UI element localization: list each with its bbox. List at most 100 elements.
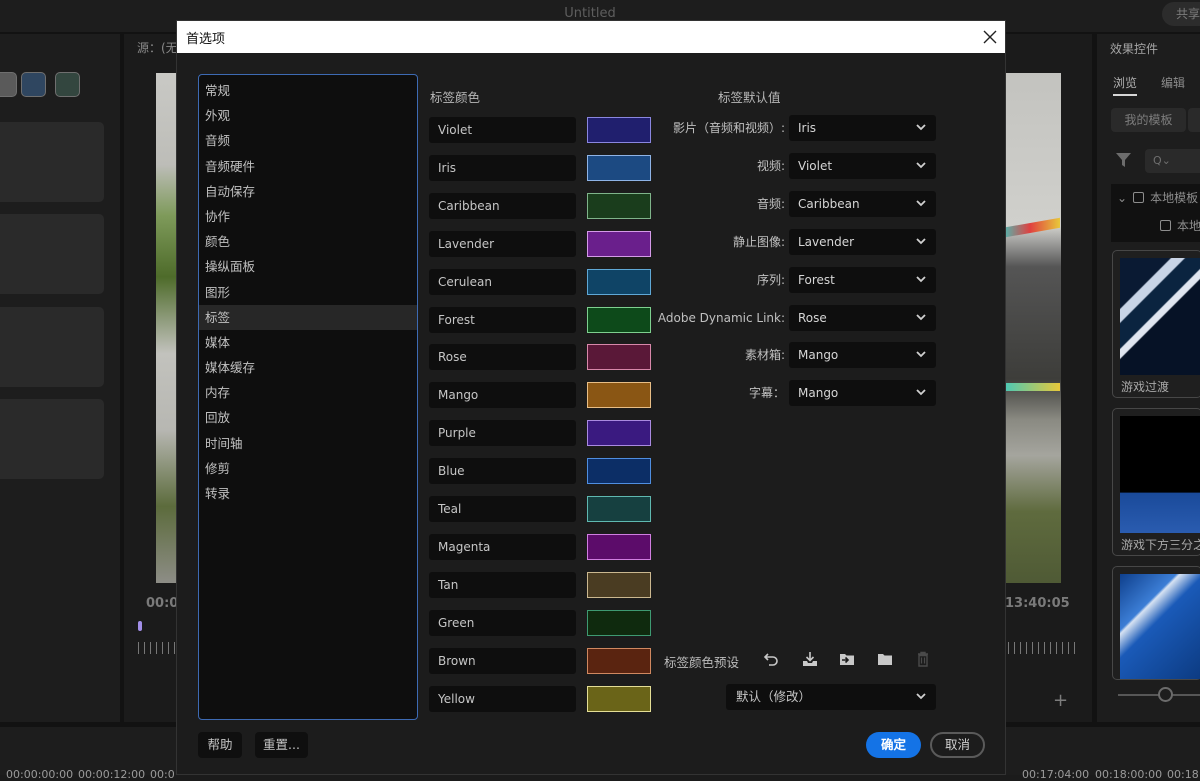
time-ruler[interactable] [1008, 642, 1078, 654]
playhead[interactable] [138, 621, 142, 631]
label-color-swatch[interactable] [587, 533, 651, 560]
download-icon[interactable] [802, 651, 818, 667]
category-item[interactable]: 回放 [199, 405, 417, 430]
label-color-row: Purple [429, 420, 653, 447]
category-item[interactable]: 内存 [199, 380, 417, 405]
templates-tab[interactable] [1188, 108, 1200, 132]
add-button[interactable]: + [1053, 690, 1068, 711]
label-color-name-input[interactable]: Lavender [429, 230, 576, 257]
category-item[interactable]: 音频硬件 [199, 154, 417, 179]
left-card[interactable] [0, 214, 104, 294]
help-button[interactable]: 帮助 [198, 732, 242, 758]
label-color-name-input[interactable]: Blue [429, 458, 576, 485]
label-color-name-input[interactable]: Purple [429, 420, 576, 447]
color-chip[interactable] [0, 72, 17, 97]
dialog-titlebar[interactable]: 首选项 [177, 21, 1005, 53]
category-item[interactable]: 媒体 [199, 330, 417, 355]
label-color-name-input[interactable]: Rose [429, 344, 576, 371]
template-card[interactable]: 游戏过渡 [1112, 250, 1200, 398]
label-color-swatch[interactable] [587, 230, 651, 257]
left-card[interactable] [0, 399, 104, 479]
category-item[interactable]: 自动保存 [199, 179, 417, 204]
label-color-swatch[interactable] [587, 382, 651, 409]
label-color-swatch[interactable] [587, 306, 651, 333]
timecode-in[interactable]: 00:0 [146, 596, 178, 611]
template-card[interactable]: 游戏下方三分之一 [1112, 408, 1200, 556]
label-color-swatch[interactable] [587, 420, 651, 447]
time-ruler[interactable] [138, 642, 176, 654]
folder-icon[interactable] [877, 651, 893, 667]
category-item[interactable]: 修剪 [199, 456, 417, 481]
search-input[interactable]: Q⌄ [1145, 149, 1200, 173]
left-card[interactable] [0, 122, 104, 202]
template-card[interactable] [1112, 566, 1200, 680]
label-color-name-input[interactable]: Magenta [429, 533, 576, 560]
category-item[interactable]: 常规 [199, 78, 417, 103]
label-default-select[interactable]: Caribbean [789, 190, 936, 217]
timecode-out[interactable]: 13:40:05 [1005, 596, 1070, 611]
label-color-name-input[interactable]: Forest [429, 306, 576, 333]
label-color-swatch[interactable] [587, 192, 651, 219]
cancel-button[interactable]: 取消 [930, 732, 985, 758]
label-default-row: 音频: Caribbean [647, 190, 937, 217]
label-color-name-input[interactable]: Tan [429, 571, 576, 598]
category-item[interactable]: 颜色 [199, 229, 417, 254]
category-item[interactable]: 标签 [199, 304, 417, 330]
import-folder-icon[interactable] [839, 651, 855, 667]
checkbox[interactable] [1133, 192, 1145, 203]
label-default-select[interactable]: Rose [789, 304, 936, 331]
label-color-swatch[interactable] [587, 154, 651, 181]
label-default-select[interactable]: Forest [789, 266, 936, 293]
label-color-name-input[interactable]: Yellow [429, 685, 576, 712]
category-item[interactable]: 音频 [199, 128, 417, 153]
tree-item[interactable]: 本地 [1160, 217, 1200, 234]
tab-edit[interactable]: 编辑 [1161, 74, 1185, 91]
label-color-name-input[interactable]: Mango [429, 382, 576, 409]
label-default-select[interactable]: Mango [789, 342, 936, 369]
category-item[interactable]: 媒体缓存 [199, 355, 417, 380]
label-default-select[interactable]: Violet [789, 152, 936, 179]
category-item[interactable]: 操纵面板 [199, 254, 417, 279]
label-color-name-input[interactable]: Caribbean [429, 192, 576, 219]
category-item[interactable]: 时间轴 [199, 431, 417, 456]
label-color-name-input[interactable]: Green [429, 609, 576, 636]
chevron-down-icon[interactable]: ⌄ [1117, 191, 1127, 205]
close-icon[interactable] [980, 27, 1000, 47]
tree-item[interactable]: ⌄ 本地模板 [1117, 189, 1198, 206]
label-color-preset-select[interactable]: 默认（修改） [726, 684, 936, 710]
category-item[interactable]: 协作 [199, 204, 417, 229]
undo-icon[interactable] [763, 651, 779, 667]
label-color-row: Tan [429, 571, 653, 598]
label-color-swatch[interactable] [587, 344, 651, 371]
tab-browse[interactable]: 浏览 [1113, 74, 1138, 96]
left-card[interactable] [0, 307, 104, 387]
category-item[interactable]: 转录 [199, 481, 417, 506]
label-color-swatch[interactable] [587, 117, 651, 143]
checkbox[interactable] [1160, 220, 1171, 231]
category-item[interactable]: 图形 [199, 280, 417, 305]
label-color-swatch[interactable] [587, 496, 651, 522]
color-chip[interactable] [55, 72, 80, 97]
label-color-name-input[interactable]: Iris [429, 154, 576, 181]
share-button[interactable]: 共享 [1162, 2, 1200, 26]
label-color-name-input[interactable]: Brown [429, 647, 576, 674]
label-default-select[interactable]: Iris [789, 115, 936, 141]
label-default-select[interactable]: Lavender [789, 228, 936, 255]
label-color-name-input[interactable]: Cerulean [429, 268, 576, 295]
ok-button[interactable]: 确定 [866, 732, 921, 758]
my-templates-button[interactable]: 我的模板 [1111, 108, 1186, 132]
label-color-swatch[interactable] [587, 458, 651, 485]
label-color-swatch[interactable] [587, 685, 651, 712]
label-color-name-input[interactable]: Violet [429, 117, 576, 143]
slider-handle[interactable] [1158, 687, 1173, 702]
reset-button[interactable]: 重置... [255, 732, 308, 758]
label-color-swatch[interactable] [587, 647, 651, 674]
label-color-name-input[interactable]: Teal [429, 496, 576, 522]
color-chip[interactable] [21, 72, 46, 97]
label-color-swatch[interactable] [587, 609, 651, 636]
label-color-swatch[interactable] [587, 571, 651, 598]
label-default-select[interactable]: Mango [789, 380, 936, 407]
label-color-swatch[interactable] [587, 268, 651, 295]
filter-icon[interactable] [1116, 152, 1131, 168]
category-item[interactable]: 外观 [199, 103, 417, 128]
